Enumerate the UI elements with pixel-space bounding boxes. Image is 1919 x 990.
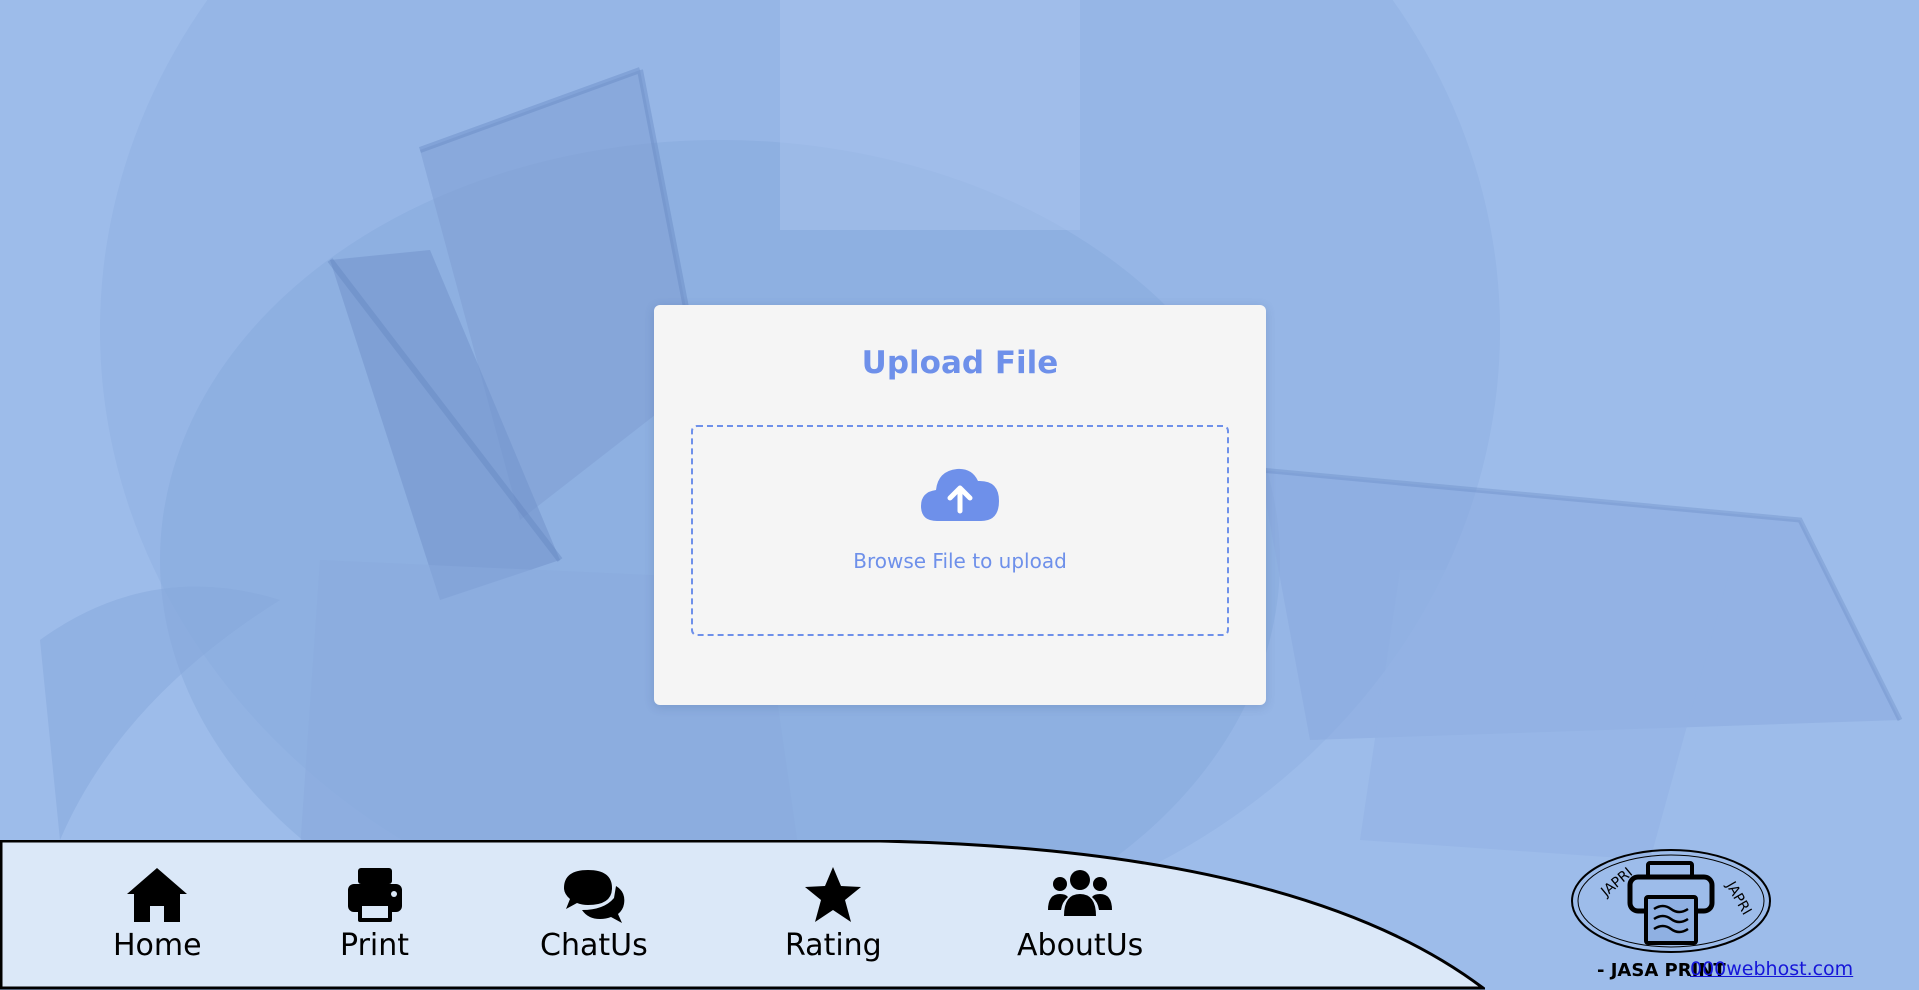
home-icon xyxy=(127,868,188,922)
users-icon xyxy=(1048,870,1113,916)
upload-card: Upload File Browse File to upload xyxy=(654,305,1266,705)
nav-label-print: Print xyxy=(340,928,410,963)
chat-icon xyxy=(563,870,625,923)
japri-logo: JAPRI JAPRI xyxy=(1571,849,1771,953)
nav-label-home: Home xyxy=(113,928,202,963)
nav-item-aboutus[interactable]: AboutUs xyxy=(1017,864,1143,963)
cloud-upload-icon xyxy=(921,468,999,521)
bottom-navigation: Home Print ChatUs Rating AboutUs xyxy=(0,840,1485,990)
nav-background xyxy=(0,840,1485,990)
file-drop-zone[interactable]: Browse File to upload xyxy=(691,425,1229,636)
nav-label-rating: Rating xyxy=(785,928,882,963)
nav-item-rating[interactable]: Rating xyxy=(785,864,882,963)
host-link[interactable]: 000webhost.com xyxy=(1690,958,1853,980)
nav-label-aboutus: AboutUs xyxy=(1017,928,1144,963)
nav-item-chatus[interactable]: ChatUs xyxy=(540,864,648,963)
star-icon xyxy=(805,867,862,922)
nav-item-home[interactable]: Home xyxy=(113,864,202,963)
printer-icon xyxy=(347,868,402,922)
nav-label-chatus: ChatUs xyxy=(540,928,648,963)
svg-text:JAPRI: JAPRI xyxy=(1722,878,1754,918)
upload-title: Upload File xyxy=(861,345,1059,381)
browse-file-text: Browse File to upload xyxy=(853,549,1067,573)
nav-item-print[interactable]: Print xyxy=(340,864,409,963)
